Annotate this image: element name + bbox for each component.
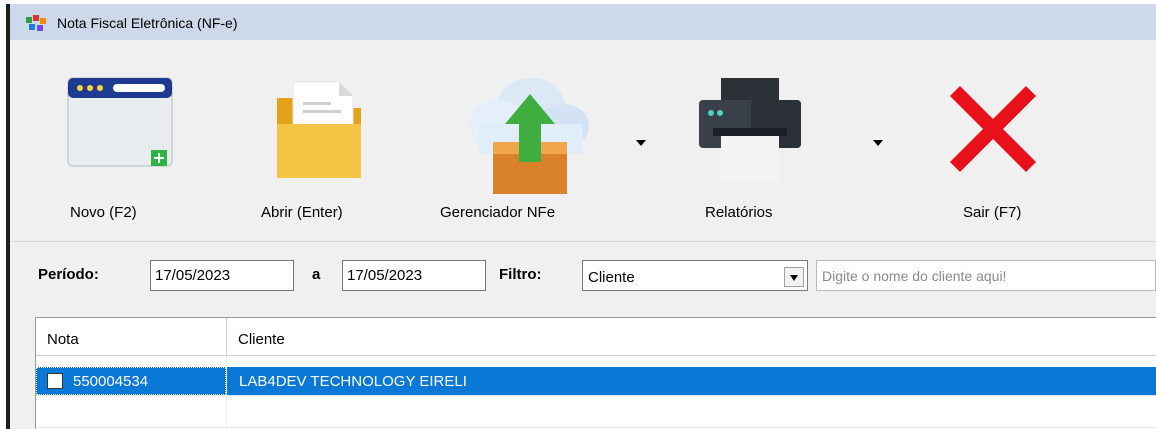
reports-button[interactable]: Relatórios	[695, 40, 895, 240]
date-from-input[interactable]: 17/05/2023	[150, 260, 294, 291]
new-button-label: Novo (F2)	[70, 204, 137, 221]
outer-frame	[0, 0, 10, 429]
open-button-label: Abrir (Enter)	[261, 204, 343, 221]
new-button[interactable]: Novo (F2)	[50, 40, 190, 240]
cell-cliente: LAB4DEV TECHNOLOGY EIRELI	[239, 373, 467, 390]
chevron-down-icon[interactable]	[784, 267, 804, 287]
reports-label: Relatórios	[705, 204, 773, 221]
close-x-icon	[950, 86, 1036, 172]
cloud-upload-icon	[469, 78, 589, 194]
folder-open-icon	[277, 81, 361, 178]
exit-label: Sair (F7)	[963, 204, 1022, 221]
filter-label: Filtro:	[499, 266, 542, 283]
cell-nota: 550004534	[73, 373, 149, 390]
row-divider	[36, 427, 1156, 428]
printer-icon	[699, 78, 801, 182]
grid-header: Nota Cliente	[36, 318, 1156, 356]
toolbar: Novo (F2) Abrir (Enter) Gerenciador NFe …	[10, 40, 1156, 242]
app-icon	[26, 15, 46, 31]
new-window-icon	[67, 77, 173, 167]
nfe-window: Nota Fiscal Eletrônica (NF-e) Novo (F2)	[10, 4, 1156, 429]
period-label: Período:	[38, 266, 99, 283]
row-checkbox[interactable]	[47, 373, 63, 389]
window-title: Nota Fiscal Eletrônica (NF-e)	[57, 15, 238, 31]
chevron-down-icon[interactable]	[873, 140, 883, 146]
nfe-manager-button[interactable]: Gerenciador NFe	[435, 40, 655, 240]
date-to-input[interactable]: 17/05/2023	[342, 260, 486, 291]
column-header-cliente[interactable]: Cliente	[227, 318, 285, 356]
table-row[interactable]: 550004534 LAB4DEV TECHNOLOGY EIRELI	[36, 367, 1156, 395]
chevron-down-icon[interactable]	[636, 140, 646, 146]
column-header-nota[interactable]: Nota	[36, 318, 226, 356]
filter-select-value: Cliente	[588, 269, 635, 286]
column-divider	[226, 356, 227, 429]
filter-bar: Período: 17/05/2023 a 17/05/2023 Filtro:…	[10, 242, 1156, 312]
row-divider	[36, 395, 1156, 396]
nfe-grid: Nota Cliente 550004534 LAB4DEV TECHNOLOG…	[35, 317, 1156, 429]
exit-button[interactable]: Sair (F7)	[930, 40, 1060, 240]
client-search-input[interactable]: Digite o nome do cliente aqui!	[816, 260, 1156, 291]
open-button[interactable]: Abrir (Enter)	[245, 40, 395, 240]
to-label: a	[312, 266, 321, 283]
title-bar: Nota Fiscal Eletrônica (NF-e)	[10, 4, 1156, 40]
filter-select[interactable]: Cliente	[582, 260, 808, 291]
nfe-manager-label: Gerenciador NFe	[440, 204, 556, 221]
